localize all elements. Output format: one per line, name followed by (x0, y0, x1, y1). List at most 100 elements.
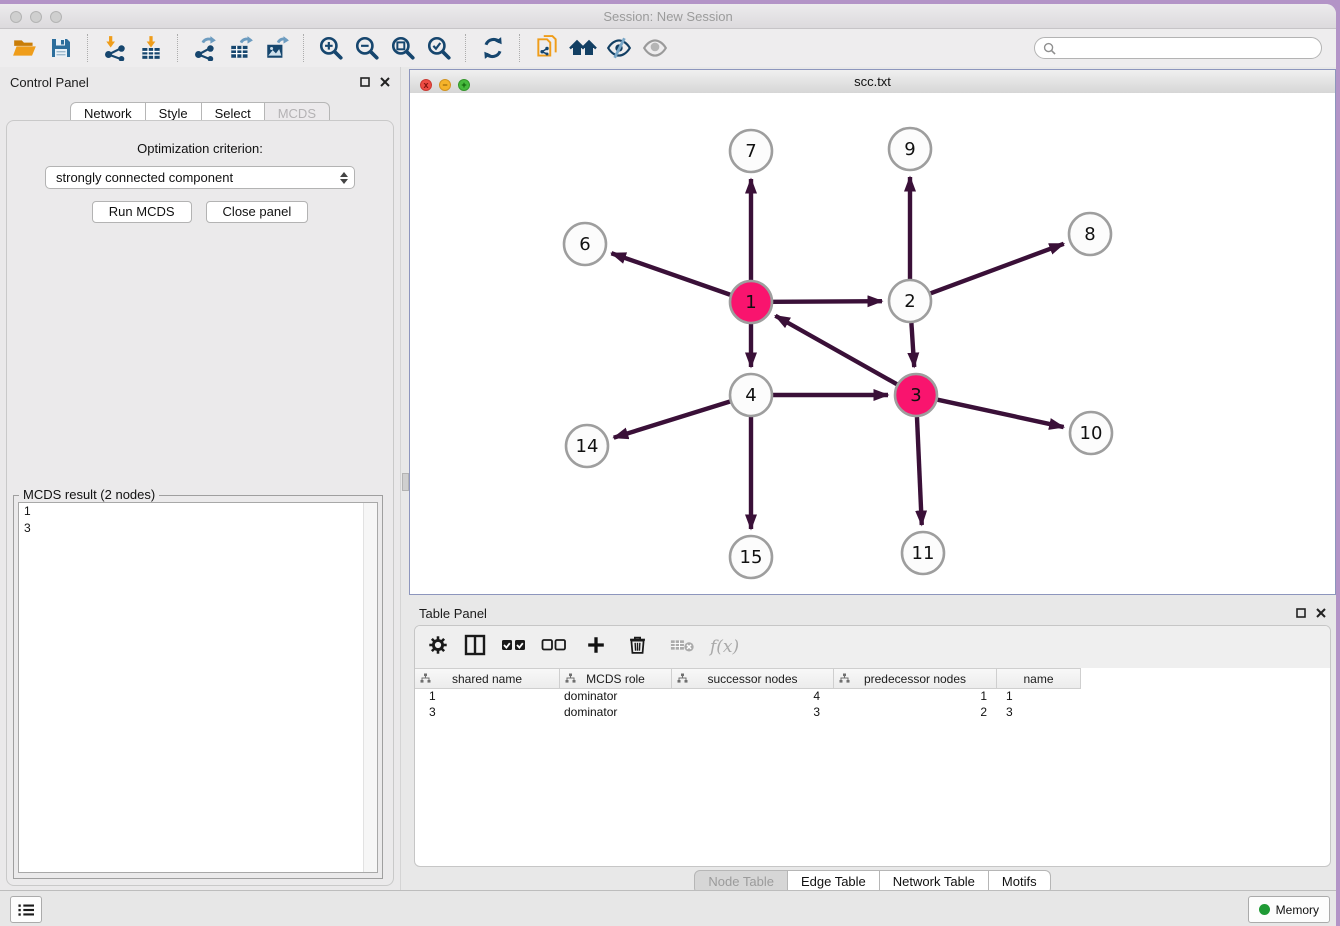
application-window: Session: New Session Cont (0, 4, 1336, 926)
task-list-icon (17, 902, 35, 918)
graph-node-15[interactable]: 15 (730, 536, 772, 578)
graph-edge-1-6[interactable] (611, 253, 730, 295)
graph-edge-3-10[interactable] (937, 400, 1063, 427)
close-table-panel-button[interactable] (1316, 608, 1326, 618)
unselect-all-columns-button[interactable] (541, 635, 567, 660)
sort-icon (677, 673, 688, 687)
graph-edge-4-14[interactable] (614, 402, 730, 438)
maximize-window-icon[interactable] (50, 11, 62, 23)
delete-columns-button[interactable] (627, 634, 648, 661)
mcds-panel: Optimization criterion: strongly connect… (6, 120, 394, 886)
cell-predecessor-nodes[interactable]: 2 (834, 705, 997, 721)
network-maximize-icon[interactable]: + (458, 79, 470, 91)
export-network-button[interactable] (190, 33, 220, 63)
graph-node-8[interactable]: 8 (1069, 213, 1111, 255)
clone-network-icon (534, 35, 560, 61)
network-close-icon[interactable]: x (420, 79, 432, 91)
table-settings-button[interactable] (427, 634, 449, 661)
cell-predecessor-nodes[interactable]: 1 (834, 689, 997, 705)
table-row[interactable]: 3 dominator 3 2 3 (415, 705, 1081, 721)
column-header-successor-nodes[interactable]: successor nodes (672, 669, 834, 688)
optimization-criterion-select[interactable]: strongly connected component (45, 166, 355, 189)
graph-node-9[interactable]: 9 (889, 128, 931, 170)
close-panel-button-icon[interactable] (380, 77, 390, 87)
import-network-button[interactable] (100, 33, 130, 63)
minimize-window-icon[interactable] (30, 11, 42, 23)
graph-node-4[interactable]: 4 (730, 374, 772, 416)
show-hide-panel-button[interactable] (640, 33, 670, 63)
graph-edge-1-2[interactable] (773, 301, 882, 302)
refresh-icon (480, 35, 506, 61)
graph-node-10[interactable]: 10 (1070, 412, 1112, 454)
network-minimize-icon[interactable]: − (439, 79, 451, 91)
show-columns-button[interactable] (463, 633, 487, 662)
close-panel-button[interactable]: Close panel (206, 201, 309, 223)
graph-node-7[interactable]: 7 (730, 130, 772, 172)
first-neighbors-button[interactable] (568, 33, 598, 63)
zoom-in-button[interactable] (316, 33, 346, 63)
import-table-button[interactable] (136, 33, 166, 63)
show-hide-style-button[interactable] (604, 33, 634, 63)
save-session-button[interactable] (46, 33, 76, 63)
delete-table-icon (670, 636, 696, 654)
cell-successor-nodes[interactable]: 3 (672, 705, 834, 721)
import-table-icon (138, 35, 164, 61)
column-header-mcds-role[interactable]: MCDS role (560, 669, 672, 688)
result-scrollbar[interactable] (363, 503, 377, 872)
search-input[interactable] (1061, 40, 1313, 56)
graph-edge-3-1[interactable] (775, 316, 896, 384)
graph-edge-3-11[interactable] (917, 417, 922, 525)
result-line: 1 (19, 503, 377, 520)
network-canvas[interactable]: 7 9 6 8 1 2 4 3 14 10 15 11 (410, 93, 1335, 594)
memory-button[interactable]: Memory (1248, 896, 1330, 923)
graph-node-14[interactable]: 14 (566, 425, 608, 467)
clone-network-button[interactable] (532, 33, 562, 63)
zoom-in-icon (318, 35, 344, 61)
open-session-button[interactable] (10, 33, 40, 63)
zoom-out-button[interactable] (352, 33, 382, 63)
table-row[interactable]: 1 dominator 4 1 1 (415, 689, 1081, 705)
graph-node-11[interactable]: 11 (902, 532, 944, 574)
graph-node-2[interactable]: 2 (889, 280, 931, 322)
delete-table-button[interactable] (670, 636, 696, 659)
window-controls[interactable] (10, 10, 70, 28)
graph-node-6[interactable]: 6 (564, 223, 606, 265)
cell-shared-name[interactable]: 3 (415, 705, 560, 721)
run-mcds-button[interactable]: Run MCDS (92, 201, 192, 223)
float-panel-button[interactable] (360, 77, 370, 87)
add-function-button[interactable] (585, 634, 607, 661)
splitter-grip[interactable] (402, 473, 409, 491)
select-all-columns-button[interactable] (501, 635, 527, 660)
status-bar: Memory (0, 890, 1336, 926)
network-window-titlebar[interactable]: x−+ scc.txt (410, 70, 1335, 94)
graph-node-3[interactable]: 3 (895, 374, 937, 416)
homes-icon (569, 35, 597, 61)
graph-edge-2-3[interactable] (911, 323, 914, 367)
network-graph: 7 9 6 8 1 2 4 3 14 10 15 11 (410, 93, 1335, 594)
column-header-predecessor-nodes[interactable]: predecessor nodes (834, 669, 997, 688)
cell-mcds-role[interactable]: dominator (560, 705, 672, 721)
function-builder-button[interactable]: f(x) (710, 637, 739, 657)
close-window-icon[interactable] (10, 11, 22, 23)
graph-node-1[interactable]: 1 (730, 281, 772, 323)
cell-mcds-role[interactable]: dominator (560, 689, 672, 705)
mcds-result-textarea[interactable]: 1 3 (18, 502, 378, 873)
export-table-button[interactable] (226, 33, 256, 63)
task-history-button[interactable] (10, 896, 42, 923)
panel-splitter[interactable] (400, 67, 409, 890)
search-field[interactable] (1034, 37, 1322, 59)
cell-shared-name[interactable]: 1 (415, 689, 560, 705)
graph-edge-2-8[interactable] (931, 244, 1064, 294)
toolbar-separator (87, 34, 89, 62)
refresh-button[interactable] (478, 33, 508, 63)
column-header-shared-name[interactable]: shared name (415, 669, 560, 688)
export-image-button[interactable] (262, 33, 292, 63)
zoom-selected-button[interactable] (424, 33, 454, 63)
cell-name[interactable]: 1 (997, 689, 1081, 705)
column-header-name[interactable]: name (997, 669, 1081, 688)
cell-successor-nodes[interactable]: 4 (672, 689, 834, 705)
search-icon (1043, 42, 1056, 55)
cell-name[interactable]: 3 (997, 705, 1081, 721)
zoom-fit-button[interactable] (388, 33, 418, 63)
float-table-panel-button[interactable] (1296, 608, 1306, 618)
